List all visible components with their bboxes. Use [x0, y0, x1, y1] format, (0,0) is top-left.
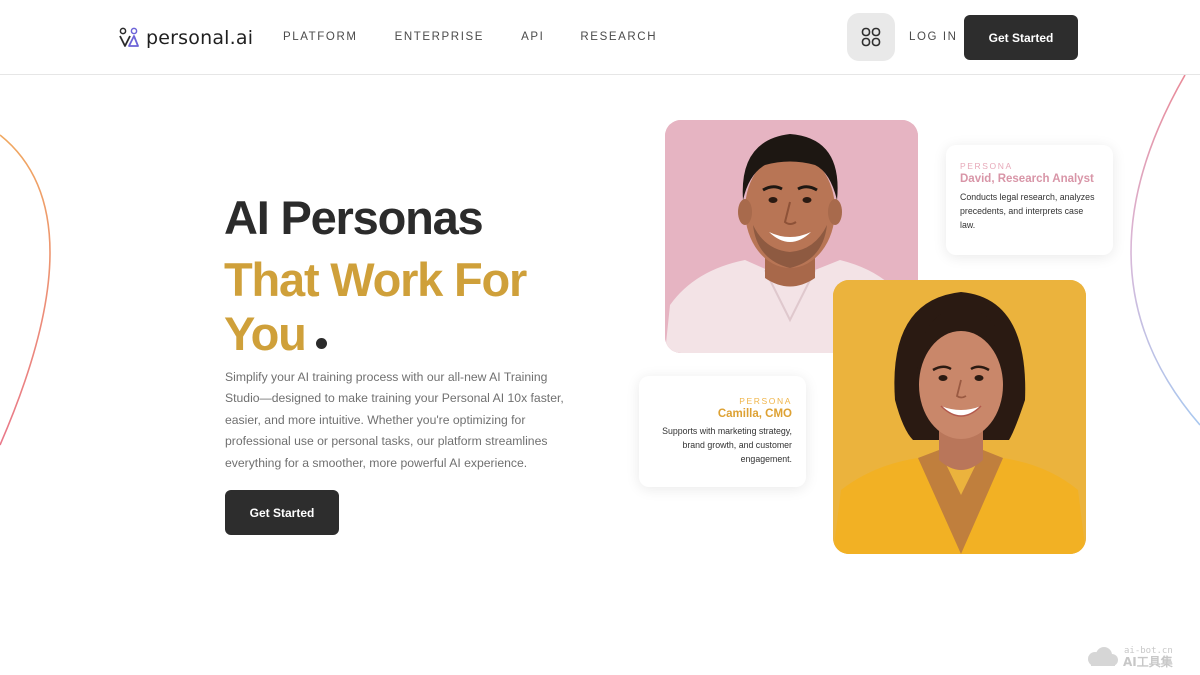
hero-get-started-button[interactable]: Get Started [225, 490, 339, 535]
hero-title-line-3-text: You [224, 307, 307, 360]
main-nav: PLATFORM ENTERPRISE API RESEARCH [283, 31, 694, 43]
login-link[interactable]: LOG IN [909, 31, 958, 43]
site-header: personal.ai PLATFORM ENTERPRISE API RESE… [0, 0, 1200, 75]
persona-photo-camilla [833, 280, 1086, 554]
persona-description: Supports with marketing strategy, brand … [662, 426, 792, 465]
persona-name: Camilla, CMO [717, 408, 792, 420]
woman-portrait-image [833, 280, 1086, 554]
nav-enterprise[interactable]: ENTERPRISE [395, 31, 485, 43]
hero-title-line-2: That Work For [224, 253, 527, 306]
grid-icon [861, 27, 881, 47]
watermark-brand: AI工具集 [1123, 654, 1173, 669]
logo-icon [119, 27, 139, 47]
hero-title-line-1: AI Personas [224, 191, 484, 244]
persona-tag: PERSONA [960, 161, 1013, 171]
cloud-logo-icon [1088, 647, 1118, 666]
hero-dot [315, 338, 327, 349]
persona-tag: PERSONA [739, 396, 792, 406]
apps-menu-button[interactable] [847, 13, 895, 61]
logo[interactable]: personal.ai [119, 26, 253, 50]
nav-api[interactable]: API [521, 31, 544, 43]
watermark: ai-bot.cn AI工具集 [1085, 643, 1195, 671]
persona-card-camilla: PERSONA Camilla, CMO Supports with marke… [639, 376, 806, 487]
persona-description: Conducts legal research, analyzes preced… [960, 192, 1095, 231]
persona-name: David, Research Analyst [960, 173, 1094, 185]
hero-description: Simplify your AI training process with o… [225, 370, 564, 470]
logo-text: personal.ai [146, 27, 254, 49]
persona-card-david: PERSONA David, Research Analyst Conducts… [946, 145, 1113, 255]
header-get-started-button[interactable]: Get Started [964, 15, 1078, 60]
watermark-text: ai-bot.cn AI工具集 [1123, 646, 1173, 669]
nav-platform[interactable]: PLATFORM [283, 31, 358, 43]
nav-research[interactable]: RESEARCH [580, 31, 657, 43]
hero-title-line-3: You [224, 306, 327, 361]
